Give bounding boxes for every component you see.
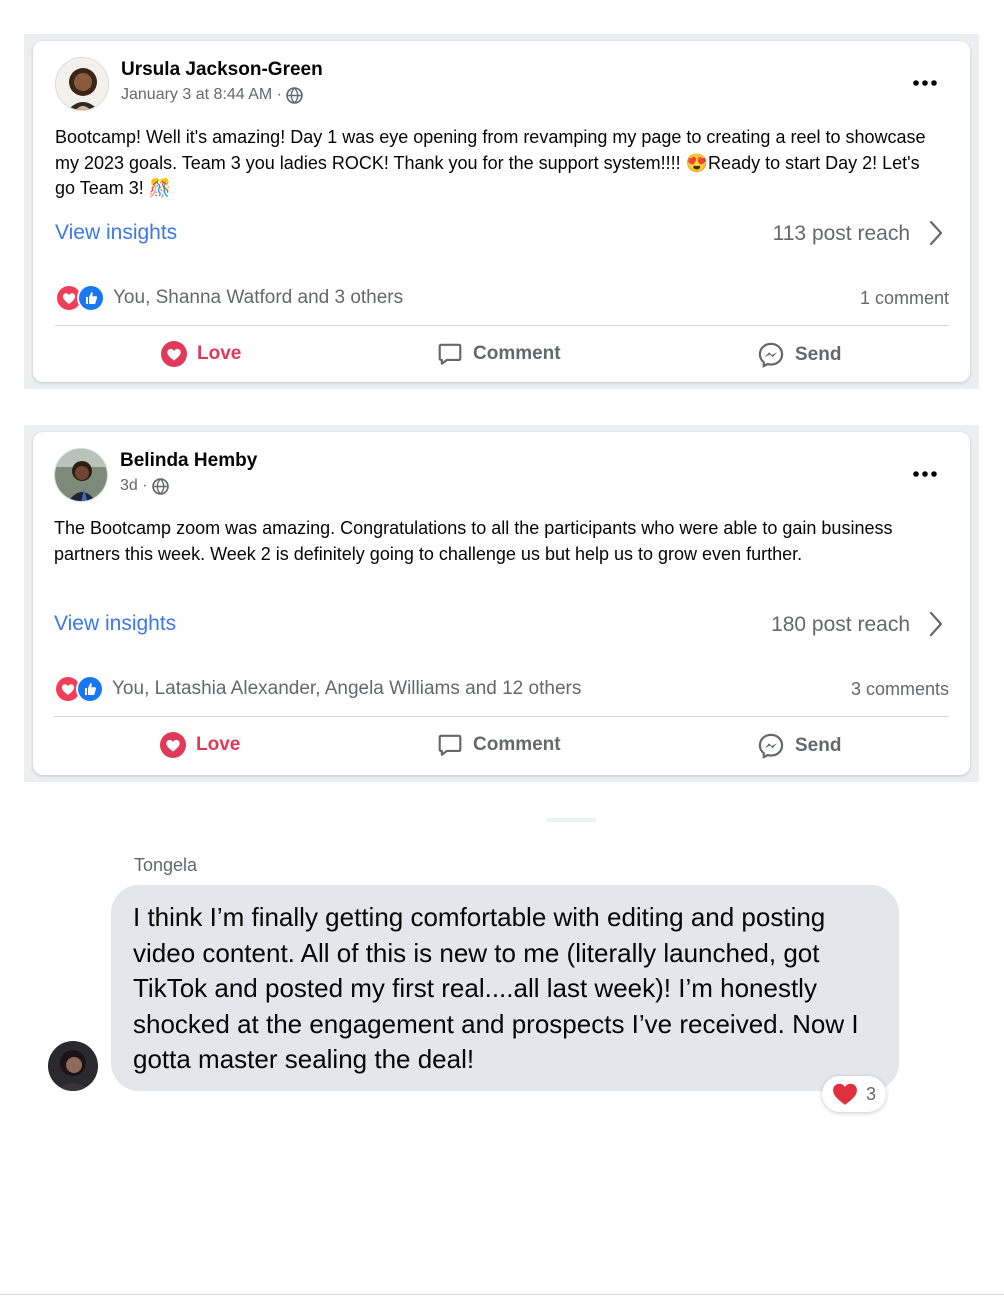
comment-count[interactable]: 1 comment: [860, 288, 949, 309]
message-sender-name: Tongela: [134, 855, 198, 875]
timestamp-text[interactable]: 3d ·: [120, 477, 148, 495]
reaction-count: 3: [865, 1083, 876, 1104]
post-author[interactable]: Belinda Hemby: [120, 450, 257, 472]
send-label: Send: [795, 344, 842, 365]
post-reach[interactable]: 180 post reach: [771, 613, 910, 637]
comment-button[interactable]: Comment: [437, 341, 561, 367]
globe-icon: [151, 477, 169, 495]
comment-bubble-icon: [438, 734, 462, 756]
post-card-frame: Belinda Hemby 3d · The Bootcamp zoom was…: [24, 425, 979, 782]
post-text: Bootcamp! Well it's amazing! Day 1 was e…: [55, 127, 926, 198]
post-card: Ursula Jackson-Green January 3 at 8:44 A…: [33, 41, 970, 382]
post-reach[interactable]: 113 post reach: [773, 222, 910, 246]
author-avatar[interactable]: [54, 448, 108, 502]
message-reaction-badge[interactable]: 3: [822, 1076, 886, 1112]
post-timestamp[interactable]: January 3 at 8:44 AM ·: [121, 86, 303, 104]
heart-icon: [160, 732, 186, 758]
reaction-names[interactable]: You, Latashia Alexander, Angela Williams…: [112, 678, 581, 700]
post-author[interactable]: Ursula Jackson-Green: [121, 59, 323, 81]
like-reaction-icon: [76, 675, 104, 703]
view-insights-link[interactable]: View insights: [54, 612, 176, 636]
divider: [55, 325, 949, 326]
heart-icon: [161, 341, 187, 367]
message-text: I think I’m finally getting comfortable …: [133, 902, 859, 1074]
comment-button[interactable]: Comment: [437, 732, 561, 758]
message-bubble[interactable]: I think I’m finally getting comfortable …: [111, 885, 899, 1091]
author-avatar[interactable]: [55, 57, 109, 111]
like-reaction-icon: [77, 284, 105, 312]
messenger-icon: [758, 342, 784, 368]
divider: [54, 716, 949, 717]
chevron-right-icon[interactable]: [928, 610, 944, 638]
love-label: Love: [197, 343, 242, 364]
comment-label: Comment: [473, 343, 561, 364]
post-card: Belinda Hemby 3d · The Bootcamp zoom was…: [33, 432, 970, 775]
send-button[interactable]: Send: [757, 732, 841, 760]
comment-bubble-icon: [438, 343, 462, 365]
send-button[interactable]: Send: [757, 341, 841, 369]
sender-avatar[interactable]: [48, 1041, 98, 1091]
divider: [546, 818, 596, 822]
comment-count[interactable]: 3 comments: [851, 679, 949, 700]
send-label: Send: [795, 735, 842, 756]
post-card-frame: Ursula Jackson-Green January 3 at 8:44 A…: [24, 34, 979, 389]
divider: [0, 1294, 1004, 1295]
post-text: The Bootcamp zoom was amazing. Congratul…: [54, 518, 893, 564]
comment-label: Comment: [473, 734, 561, 755]
messenger-icon: [758, 733, 784, 759]
chevron-right-icon[interactable]: [928, 219, 944, 247]
reaction-summary[interactable]: You, Latashia Alexander, Angela Williams…: [54, 675, 581, 703]
love-label: Love: [196, 734, 241, 755]
love-button[interactable]: Love: [161, 341, 241, 367]
reaction-names[interactable]: You, Shanna Watford and 3 others: [113, 287, 403, 309]
view-insights-link[interactable]: View insights: [55, 221, 177, 245]
more-options-icon[interactable]: [912, 469, 938, 479]
timestamp-text[interactable]: January 3 at 8:44 AM ·: [121, 86, 282, 104]
heart-icon: [833, 1083, 857, 1105]
love-button[interactable]: Love: [160, 732, 240, 758]
reaction-summary[interactable]: You, Shanna Watford and 3 others: [55, 284, 403, 312]
post-timestamp[interactable]: 3d ·: [120, 477, 169, 495]
globe-icon: [286, 86, 303, 104]
more-options-icon[interactable]: [912, 78, 938, 88]
